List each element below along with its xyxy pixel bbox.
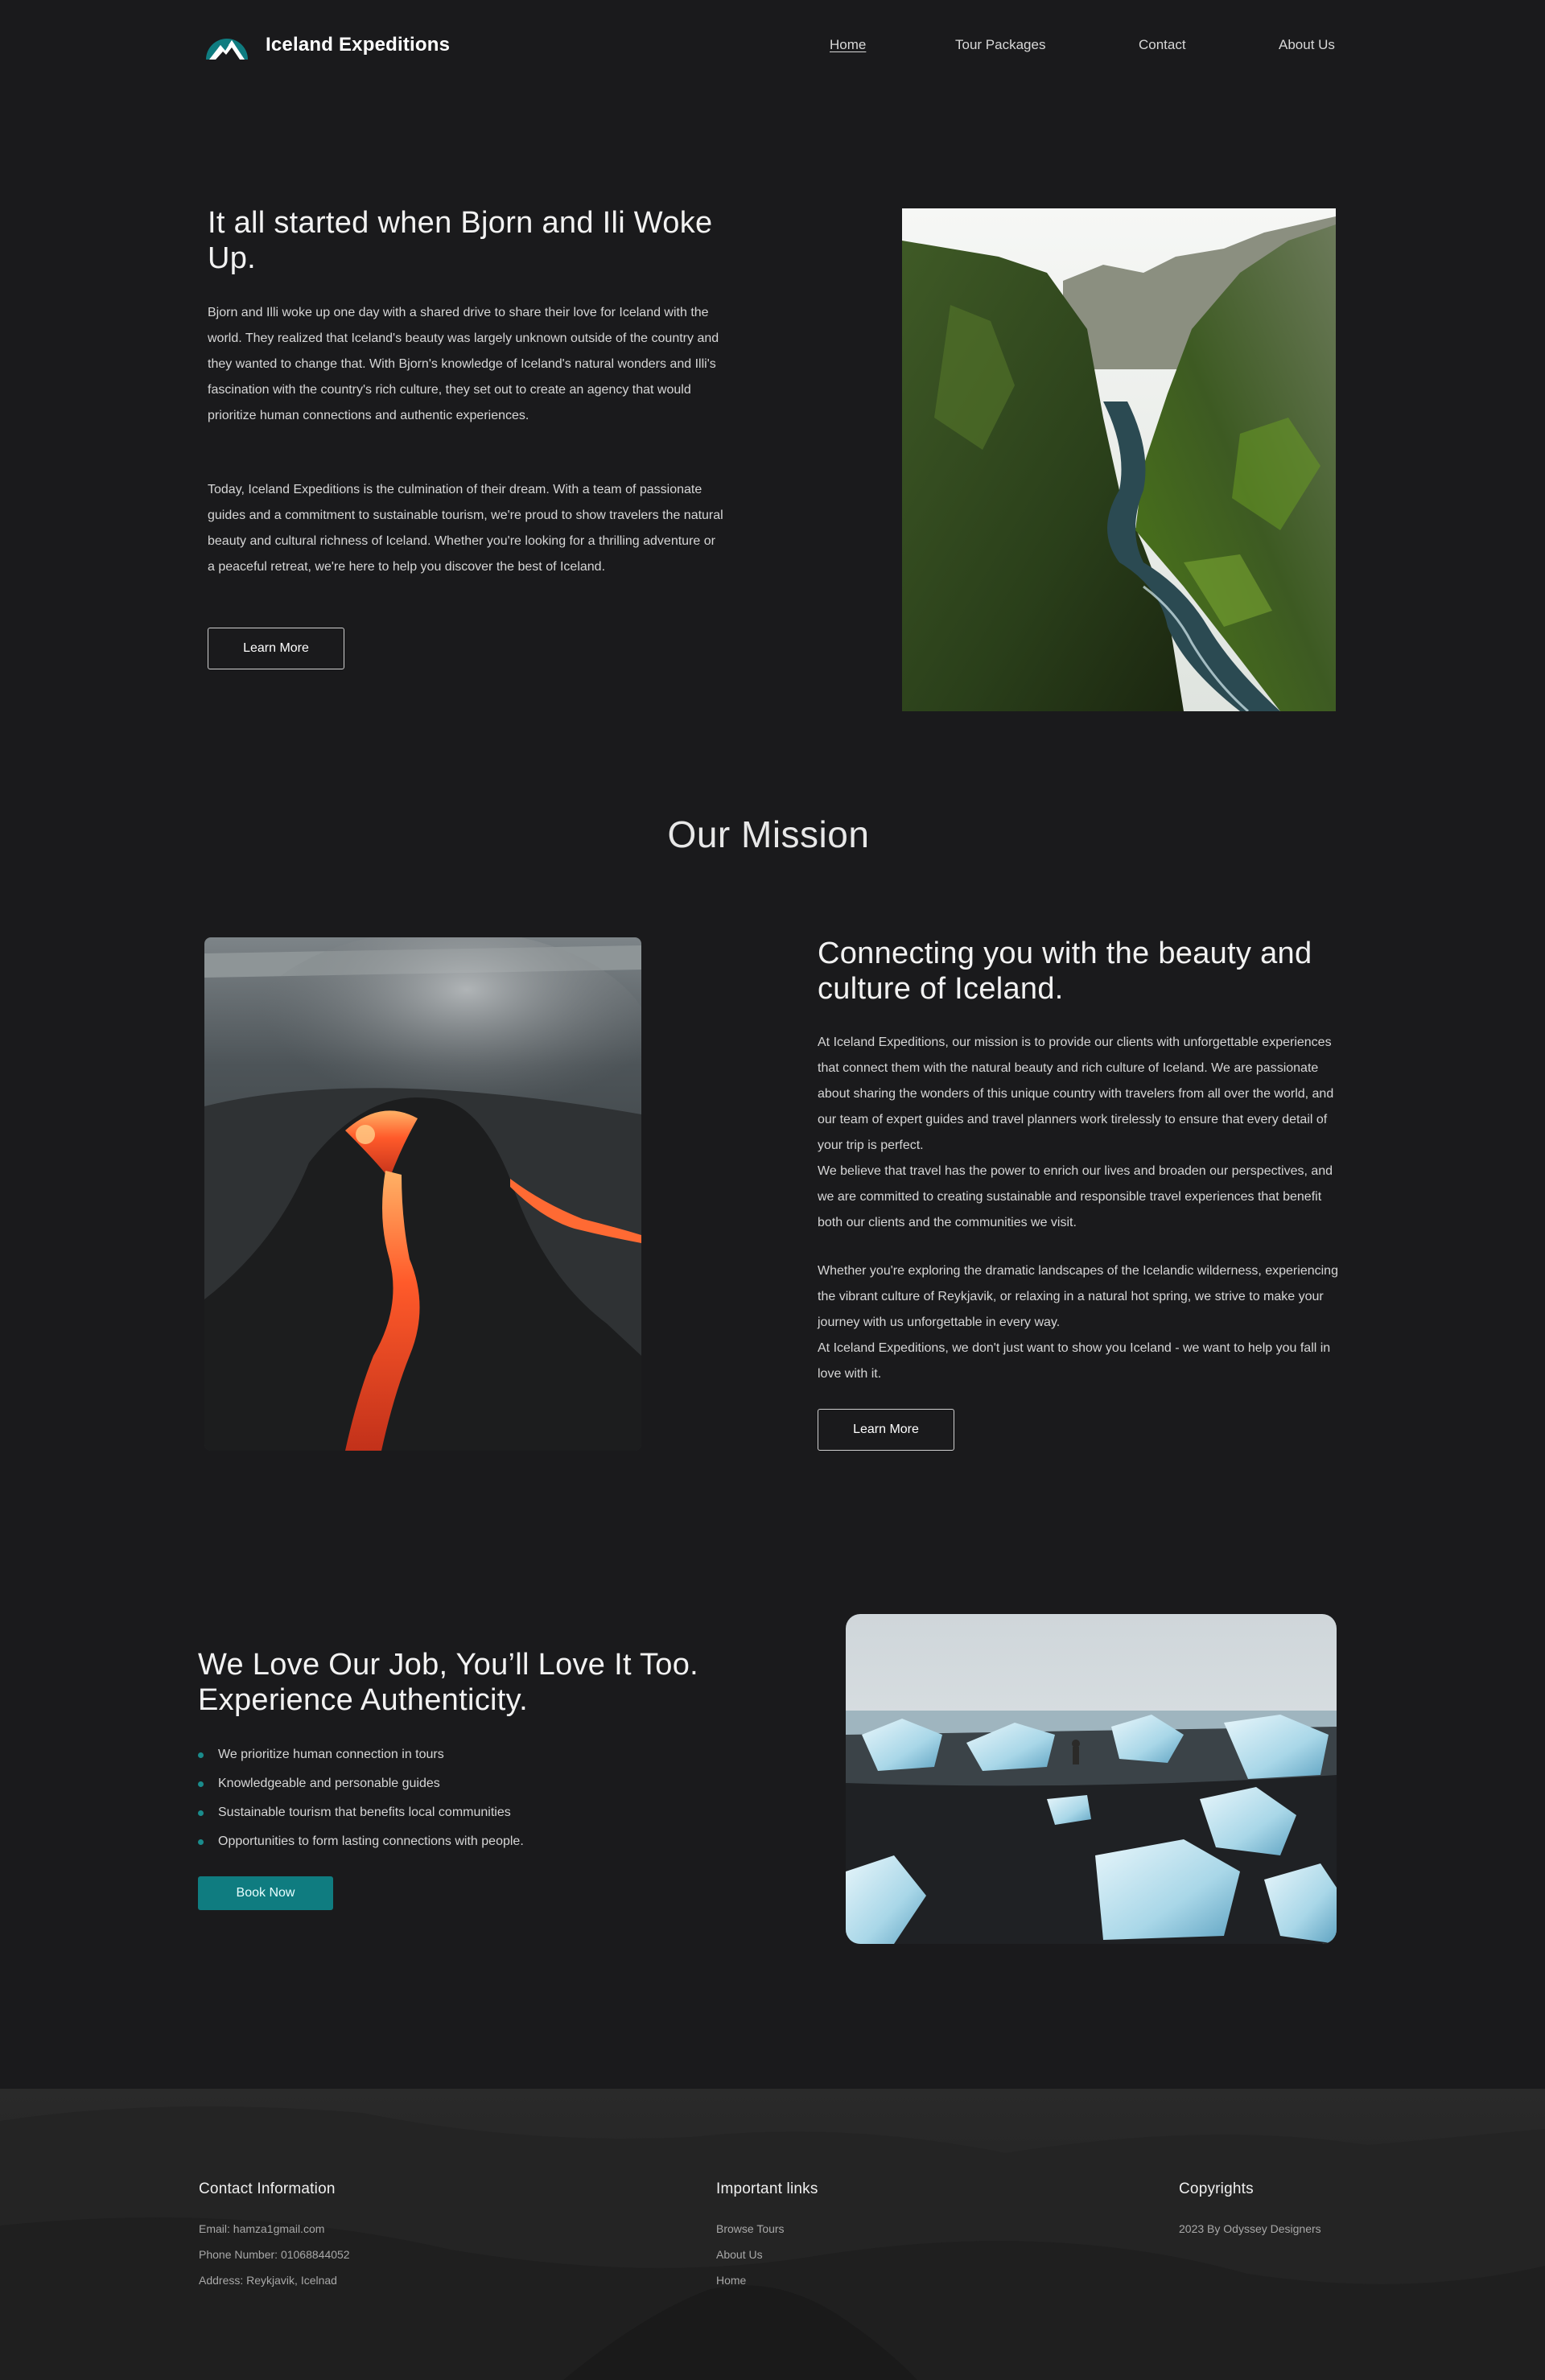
nav-home[interactable]: Home [830,37,866,53]
canyon-river-photo [902,208,1336,711]
site-header: Iceland Expeditions Home Tour Packages C… [0,0,1545,93]
footer-copyright-column: Copyrights 2023 By Odyssey Designers [1179,2180,1321,2242]
footer-address: Address: Reykjavik, Icelnad [199,2274,337,2287]
site-footer: Contact Information Email: hamza1gmail.c… [0,2089,1545,2380]
benefit-item: Knowledgeable and personable guides [198,1769,524,1798]
story-paragraph-2: Today, Iceland Expeditions is the culmin… [208,483,723,574]
footer-links-column: Important links Browse Tours About Us Ho… [716,2180,818,2293]
mission-heading: Our Mission [667,813,870,855]
mission-paragraph-2-line-1: Whether you're exploring the dramatic la… [818,1264,1338,1329]
nav-contact[interactable]: Contact [1139,37,1186,53]
footer-contact-heading: Contact Information [199,2180,336,2197]
mission-paragraph-1: At Iceland Expeditions, our mission is t… [818,1030,1341,1236]
mission-paragraph-2-line-2: At Iceland Expeditions, we don't just wa… [818,1341,1331,1381]
benefits-list: We prioritize human connection in tours … [198,1740,524,1856]
footer-links-heading: Important links [716,2180,818,2197]
book-now-button[interactable]: Book Now [198,1876,333,1910]
benefit-item: Opportunities to form lasting connection… [198,1827,524,1856]
footer-link-about-us[interactable]: About Us [716,2242,818,2267]
volcano-lava-photo [204,937,641,1451]
mission-title: Connecting you with the beauty and cultu… [818,937,1312,1006]
nav-tour-packages[interactable]: Tour Packages [955,37,1045,53]
footer-copyright-text: 2023 By Odyssey Designers [1179,2222,1321,2235]
footer-contact-column: Contact Information Email: hamza1gmail.c… [199,2180,350,2293]
benefit-item: Sustainable tourism that benefits local … [198,1798,524,1827]
footer-link-browse-tours[interactable]: Browse Tours [716,2216,818,2242]
story-learn-more-button[interactable]: Learn More [208,628,344,669]
story-title: It all started when Bjorn and Ili Woke U… [208,206,713,275]
mission-paragraph-1-line-2: We believe that travel has the power to … [818,1164,1333,1229]
footer-link-home[interactable]: Home [716,2267,818,2293]
main-nav: Home Tour Packages Contact About Us [0,37,1545,56]
mission-paragraph-1-line-1: At Iceland Expeditions, our mission is t… [818,1036,1334,1152]
story-paragraph-1: Bjorn and Illi woke up one day with a sh… [208,306,719,422]
footer-copyright-heading: Copyrights [1179,2180,1254,2197]
mission-learn-more-button[interactable]: Learn More [818,1409,954,1451]
benefit-item: We prioritize human connection in tours [198,1740,524,1769]
nav-about-us[interactable]: About Us [1279,37,1335,53]
footer-phone: Phone Number: 01068844052 [199,2248,350,2261]
mission-paragraph-2: Whether you're exploring the dramatic la… [818,1258,1341,1387]
love-title: We Love Our Job, You’ll Love It Too. Exp… [198,1648,699,1717]
ice-beach-photo [846,1614,1337,1944]
footer-email: Email: hamza1gmail.com [199,2222,325,2235]
